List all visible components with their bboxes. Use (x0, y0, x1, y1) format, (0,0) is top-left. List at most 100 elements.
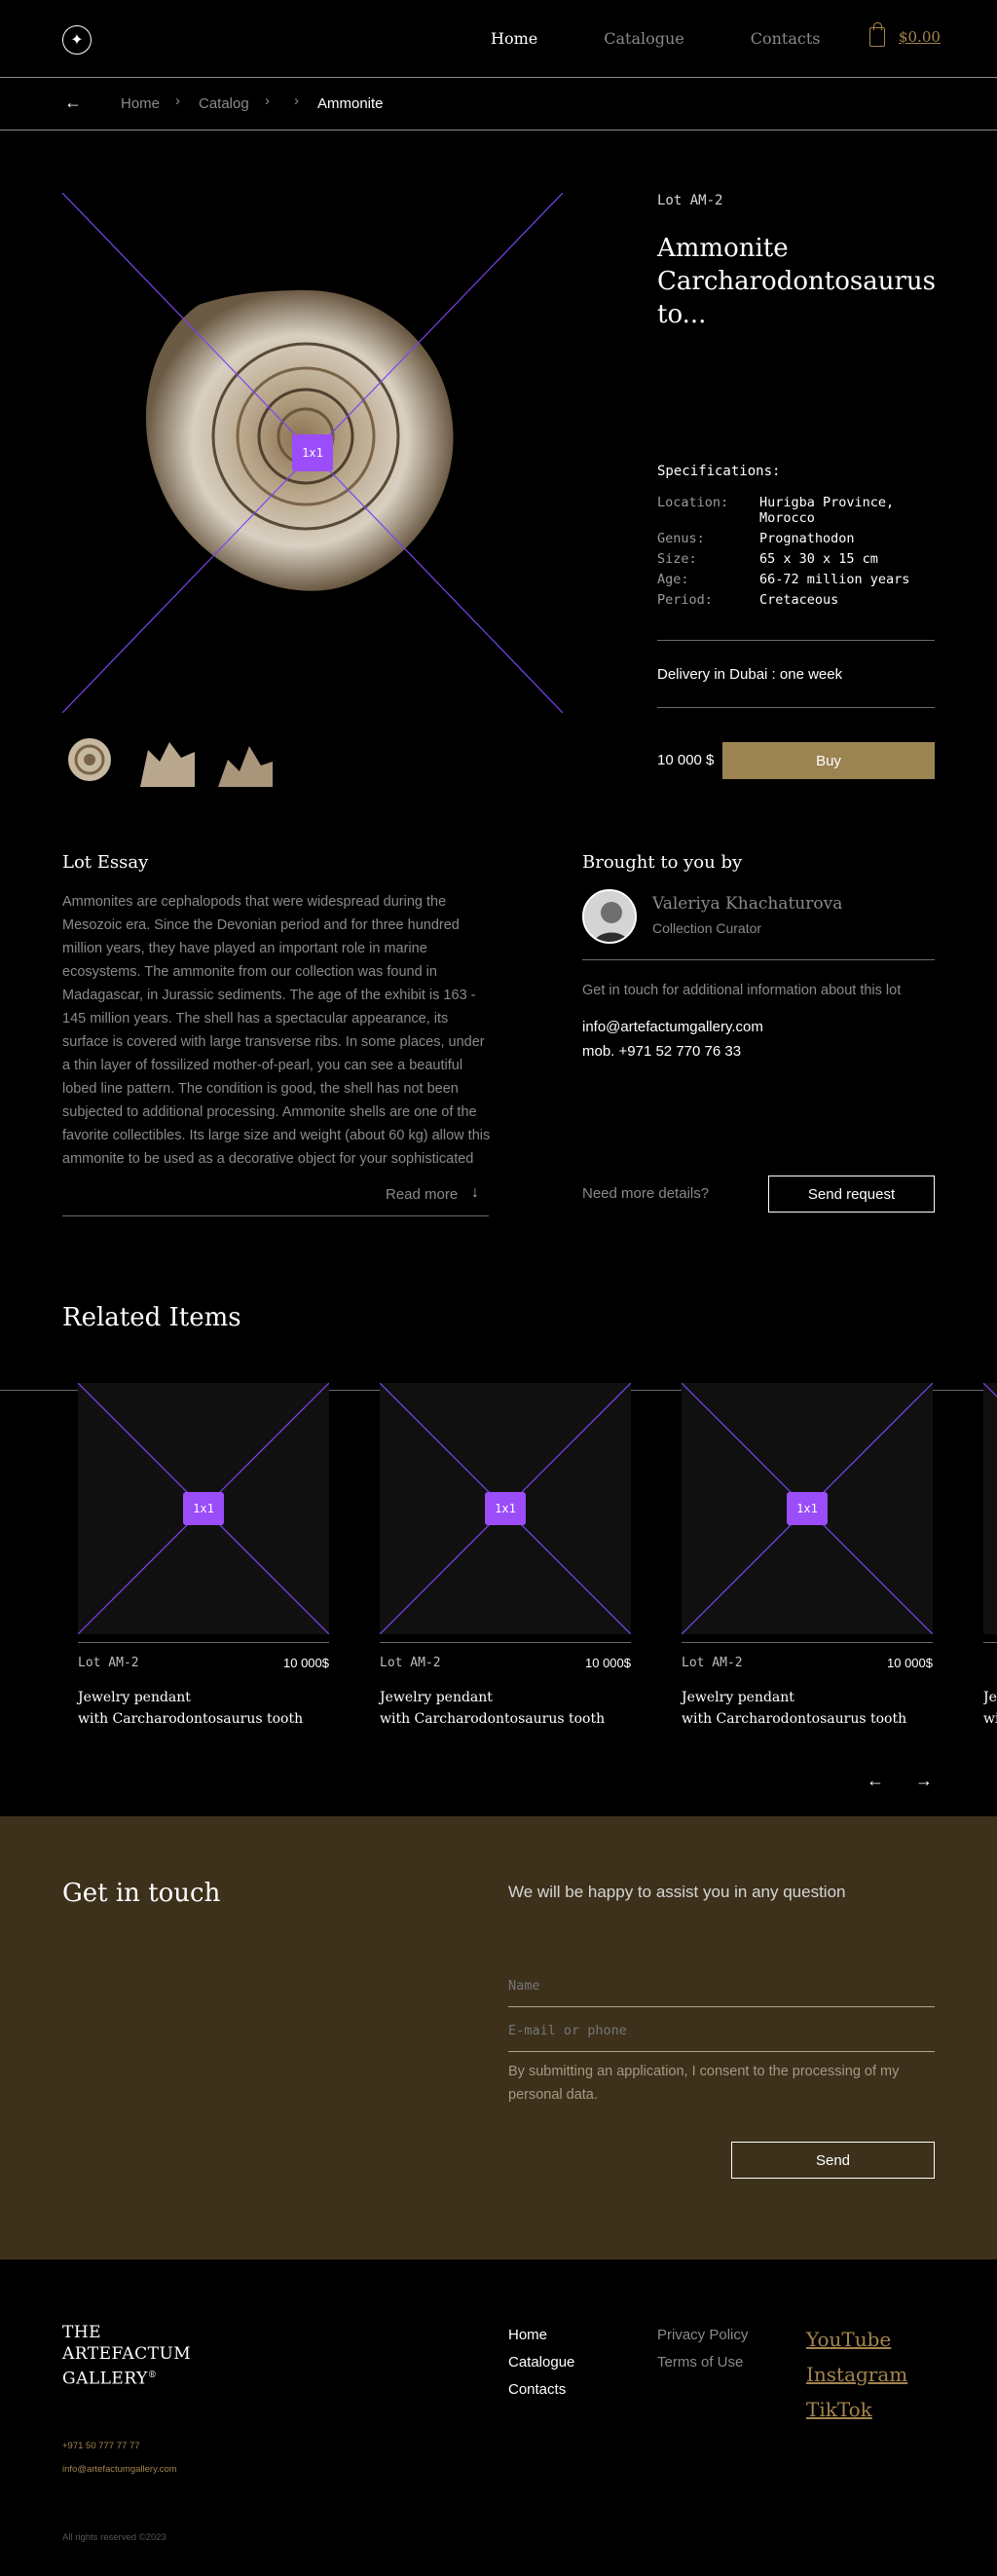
specifications-list: Location: Hurigba Province, Morocco Genus… (657, 495, 935, 613)
site-header: ✦ Home Catalogue Contacts $0.00 (0, 0, 997, 78)
curator-phone[interactable]: mob. +971 52 770 76 33 (582, 1043, 741, 1060)
related-item-name: Jewelry pendant with Carcharodontosaurus … (78, 1690, 304, 1727)
youtube-link[interactable]: YouTube (806, 2322, 907, 2357)
chevron-right-icon: › (265, 93, 270, 109)
spec-row: Size: 65 x 30 x 15 cm (657, 551, 878, 567)
footer-legal: Privacy Policy Terms of Use (657, 2322, 748, 2376)
nav-contacts[interactable]: Contacts (751, 29, 821, 48)
delivery-info: Delivery in Dubai : one week (657, 666, 843, 683)
contact-form-subtitle: We will be happy to assist you in any qu… (508, 1883, 846, 1901)
breadcrumb-home[interactable]: Home (121, 95, 160, 112)
essay-title: Lot Essay (62, 852, 149, 873)
spec-row: Period: Cretaceous (657, 592, 839, 608)
image-placeholder-badge: 1x1 (787, 1492, 828, 1525)
divider (657, 707, 935, 708)
cart[interactable]: $0.00 (869, 22, 941, 47)
footer-nav-catalogue[interactable]: Catalogue (508, 2349, 574, 2376)
terms-of-use-link[interactable]: Terms of Use (657, 2349, 748, 2376)
curator-role: Collection Curator (652, 920, 762, 936)
breadcrumb: ← Home › Catalog › › Ammonite (0, 78, 997, 131)
consent-text: By submitting an application, I consent … (508, 2064, 900, 2103)
product-title: Ammonite Carcharodontosaurus to... (657, 234, 936, 329)
need-more-details: Need more details? (582, 1185, 710, 1202)
divider (682, 1642, 933, 1643)
cart-total[interactable]: $0.00 (899, 28, 941, 46)
email-or-phone-field[interactable] (508, 2009, 935, 2052)
send-button[interactable]: Send (731, 2142, 935, 2179)
divider (62, 1215, 489, 1216)
product-image[interactable]: 1x1 (62, 193, 563, 713)
arrow-down-icon[interactable]: ↓ (471, 1184, 479, 1202)
related-item-lot: Lot AM-2 (78, 1656, 139, 1670)
related-item-image: 1x1 (681, 1382, 934, 1635)
related-item-price: 10 000$ (585, 1656, 631, 1670)
tiktok-link[interactable]: TikTok (806, 2392, 907, 2427)
lot-number: Lot AM-2 (657, 193, 723, 208)
image-placeholder-badge: 1x1 (183, 1492, 224, 1525)
related-item-card-partial[interactable]: Jewelry pendantwith Carcharodontosaurus … (983, 1383, 997, 1734)
chevron-right-icon: › (175, 93, 180, 109)
footer-logo[interactable]: THE ARTEFACTUM GALLERY® (62, 2322, 191, 2390)
spec-row: Location: Hurigba Province, Morocco (657, 495, 895, 526)
arrow-left-icon[interactable]: ← (867, 1771, 884, 1791)
chevron-right-icon: › (294, 93, 299, 109)
nav-home[interactable]: Home (491, 29, 537, 48)
contact-form-title: Get in touch (62, 1879, 221, 1908)
thumbnail-2[interactable] (140, 732, 195, 787)
copyright: All rights reserved ©2023 (62, 2532, 166, 2543)
read-more-link[interactable]: Read more (386, 1186, 458, 1203)
logo-icon[interactable]: ✦ (62, 25, 92, 55)
avatar (582, 889, 637, 944)
image-placeholder-badge: 1x1 (292, 434, 333, 471)
thumbnail-strip (62, 732, 273, 787)
divider (380, 1642, 631, 1643)
breadcrumb-current: Ammonite (317, 95, 384, 112)
related-item-price: 10 000$ (283, 1656, 329, 1670)
spec-row: Age: 66-72 million years (657, 572, 910, 587)
breadcrumb-catalog[interactable]: Catalog (199, 95, 249, 112)
related-items-title: Related Items (62, 1303, 241, 1332)
related-item-name: Jewelry pendant with Carcharodontosaurus … (380, 1690, 606, 1727)
related-item-card[interactable]: 1x1 Lot AM-2 10 000$ Jewelry pendant with … (681, 1382, 934, 1727)
footer-social: YouTube Instagram TikTok (806, 2322, 907, 2427)
nav-catalogue[interactable]: Catalogue (604, 29, 684, 48)
thumbnail-3[interactable] (218, 732, 273, 787)
specifications-title: Specifications: (657, 464, 781, 479)
related-item-image: 1x1 (77, 1382, 330, 1635)
related-item-lot: Lot AM-2 (682, 1656, 743, 1670)
privacy-policy-link[interactable]: Privacy Policy (657, 2322, 748, 2349)
main-nav: Home Catalogue Contacts (491, 29, 887, 48)
curator-name: Valeriya Khachaturova (652, 894, 843, 914)
footer-nav: Home Catalogue Contacts (508, 2322, 574, 2404)
footer-email[interactable]: info@artefactumgallery.com (62, 2464, 177, 2475)
arrow-right-icon[interactable]: → (915, 1771, 933, 1791)
spec-row: Genus: Prognathodon (657, 531, 855, 546)
contact-note: Get in touch for additional information … (582, 983, 902, 998)
name-field[interactable] (508, 1964, 935, 2007)
curator-email[interactable]: info@artefactumgallery.com (582, 1019, 763, 1035)
footer-phone[interactable]: +971 50 777 77 77 (62, 2441, 140, 2451)
product-price: 10 000 $ (657, 752, 715, 768)
divider (657, 640, 935, 641)
divider (582, 959, 935, 960)
essay-text: Ammonites are cephalopods that were wide… (62, 894, 491, 1167)
shopping-bag-icon (869, 22, 885, 47)
footer-nav-home[interactable]: Home (508, 2322, 574, 2349)
site-footer: THE ARTEFACTUM GALLERY® Home Catalogue C… (0, 2259, 997, 2576)
related-item-name: Jewelry pendant with Carcharodontosaurus … (682, 1690, 907, 1727)
instagram-link[interactable]: Instagram (806, 2357, 907, 2392)
send-request-button[interactable]: Send request (768, 1176, 935, 1213)
image-placeholder-badge: 1x1 (485, 1492, 526, 1525)
related-item-card[interactable]: 1x1 Lot AM-2 10 000$ Jewelry pendant with … (77, 1382, 330, 1727)
related-item-card[interactable]: 1x1 Lot AM-2 10 000$ Jewelry pendant with … (379, 1382, 632, 1727)
buy-button[interactable]: Buy (722, 742, 935, 779)
related-item-lot: Lot AM-2 (380, 1656, 441, 1670)
footer-nav-contacts[interactable]: Contacts (508, 2376, 574, 2404)
arrow-left-icon[interactable]: ← (64, 93, 82, 113)
related-item-price: 10 000$ (887, 1656, 933, 1670)
contact-form-section: Get in touch We will be happy to assist … (0, 1816, 997, 2259)
divider (78, 1642, 329, 1643)
related-item-image: 1x1 (379, 1382, 632, 1635)
curator-section-title: Brought to you by (582, 852, 743, 873)
thumbnail-1[interactable] (62, 732, 117, 787)
